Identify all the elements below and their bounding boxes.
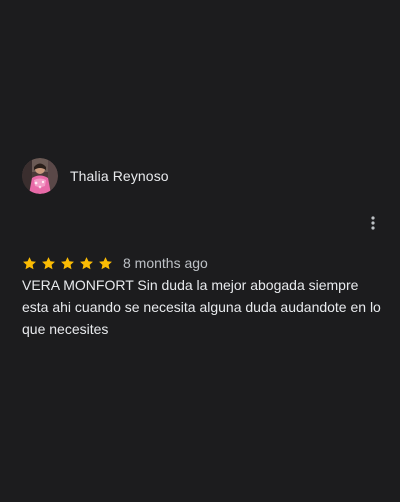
star-icon (61, 256, 74, 269)
avatar[interactable] (22, 158, 58, 194)
review-card: Thalia Reynoso 8 months ago VERA MONFORT… (0, 0, 400, 502)
reviewer-header[interactable]: Thalia Reynoso (22, 158, 169, 194)
more-options-button[interactable] (362, 212, 384, 234)
star-rating (22, 256, 117, 271)
reviewer-name[interactable]: Thalia Reynoso (70, 168, 169, 184)
star-icon (80, 256, 93, 269)
star-icon (23, 256, 36, 269)
star-icon (99, 256, 112, 269)
review-text: VERA MONFORT Sin duda la mejor abogada s… (22, 277, 381, 337)
review-timestamp: 8 months ago (123, 255, 208, 271)
rating-row: 8 months ago (22, 254, 208, 272)
more-vert-icon (371, 216, 375, 230)
star-icon (42, 256, 55, 269)
